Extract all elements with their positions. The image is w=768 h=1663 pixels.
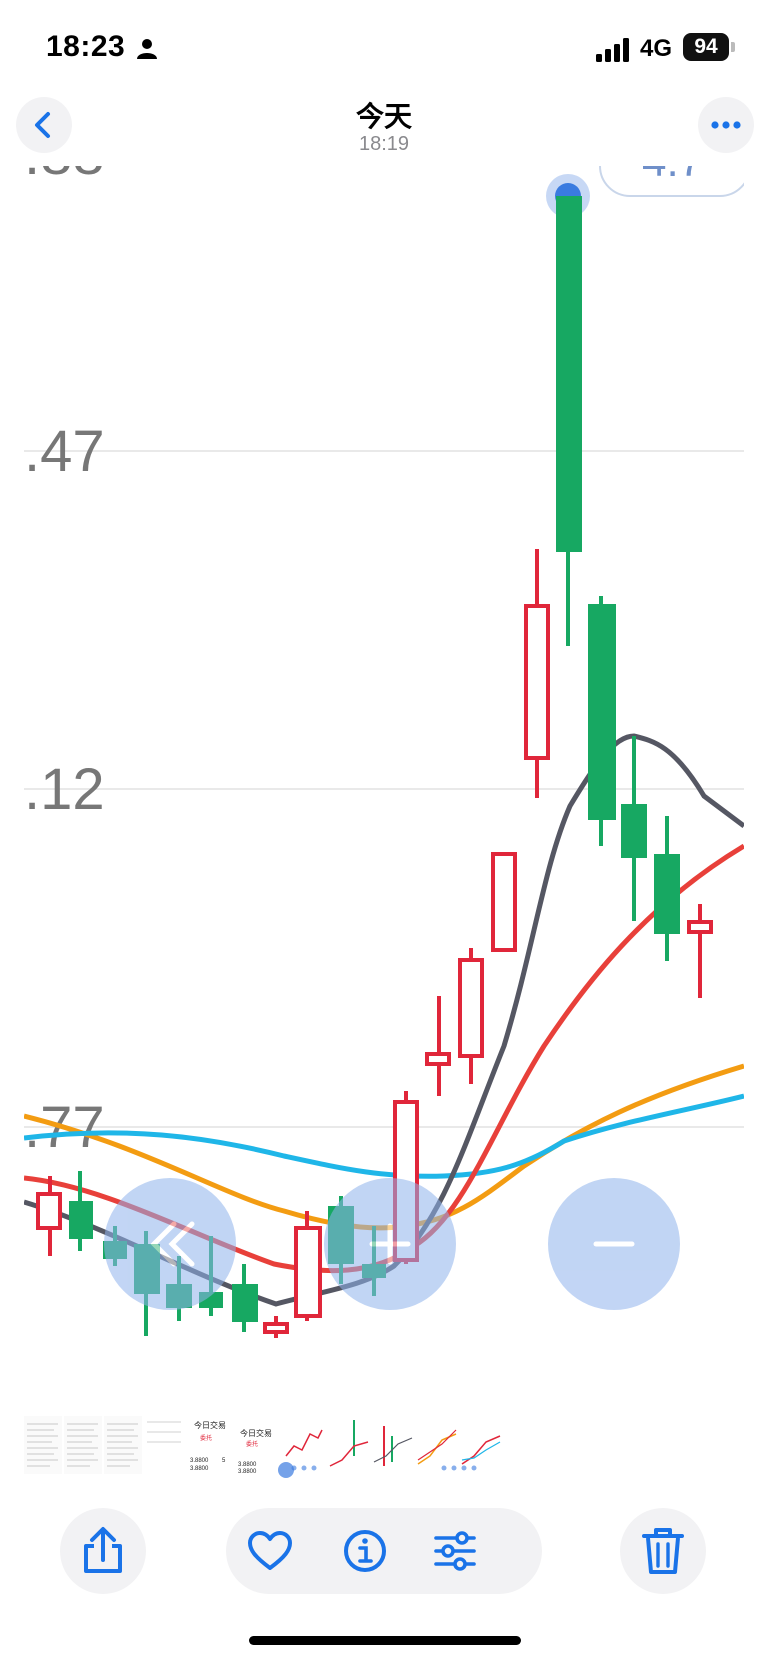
thumb-text: 3.8800 bbox=[238, 1469, 257, 1475]
thumbnail bbox=[104, 1416, 142, 1474]
price-tag-label: 4.7 bbox=[642, 166, 703, 186]
network-type: 4G bbox=[640, 35, 673, 62]
photo-viewer[interactable]: .88 .47 .12 .77 4.7 bbox=[24, 166, 744, 1416]
signal-icon bbox=[596, 38, 629, 62]
thumb-text: 3.8800 bbox=[190, 1466, 209, 1472]
thumb-text: 3.8800 bbox=[238, 1462, 257, 1468]
captured-zoom-controls bbox=[104, 1178, 680, 1310]
axis-label: .12 bbox=[24, 757, 105, 822]
info-icon[interactable] bbox=[340, 1526, 390, 1576]
thumbnail bbox=[24, 1416, 62, 1474]
photo-image: .88 .47 .12 .77 4.7 bbox=[24, 166, 744, 1338]
thumbnail bbox=[328, 1416, 370, 1474]
axis-label: .88 bbox=[24, 166, 105, 187]
thumbnail-strip[interactable]: 今日交易 委托 3.8800 3.8800 5 今日交易 委托 3.8800 3… bbox=[24, 1416, 534, 1478]
thumbnail bbox=[144, 1416, 184, 1474]
person-icon bbox=[137, 39, 157, 59]
ellipsis-icon bbox=[711, 121, 741, 129]
ma-line-cyan bbox=[24, 1093, 744, 1179]
candles bbox=[36, 196, 713, 1338]
thumb-text: 委托 bbox=[200, 1434, 212, 1442]
battery-indicator: 94 bbox=[683, 33, 729, 61]
thumbnail bbox=[416, 1416, 458, 1474]
share-icon bbox=[84, 1527, 122, 1573]
home-indicator bbox=[249, 1636, 521, 1645]
thumbnail bbox=[64, 1416, 102, 1474]
battery-cap bbox=[731, 42, 735, 52]
thumb-text: 今日交易 bbox=[240, 1428, 272, 1438]
page-subtitle: 18:19 bbox=[358, 133, 410, 155]
more-button[interactable] bbox=[698, 97, 754, 153]
adjust-icon[interactable] bbox=[430, 1526, 480, 1576]
page-title: 今天 bbox=[355, 101, 412, 132]
trash-icon bbox=[642, 1528, 684, 1574]
thumb-text: 委托 bbox=[246, 1440, 258, 1448]
axis-label: .47 bbox=[24, 419, 105, 484]
thumb-text: 今日交易 bbox=[194, 1420, 226, 1430]
delete-button[interactable] bbox=[620, 1508, 706, 1594]
heart-icon[interactable] bbox=[245, 1526, 295, 1576]
thumbnails-image: 今日交易 委托 3.8800 3.8800 5 今日交易 委托 3.8800 3… bbox=[24, 1416, 502, 1478]
status-bar: 18:23 4G 94 bbox=[0, 0, 768, 96]
share-button[interactable] bbox=[60, 1508, 146, 1594]
status-time: 18:23 bbox=[46, 30, 126, 63]
thumb-text: 3.8800 bbox=[190, 1458, 209, 1464]
